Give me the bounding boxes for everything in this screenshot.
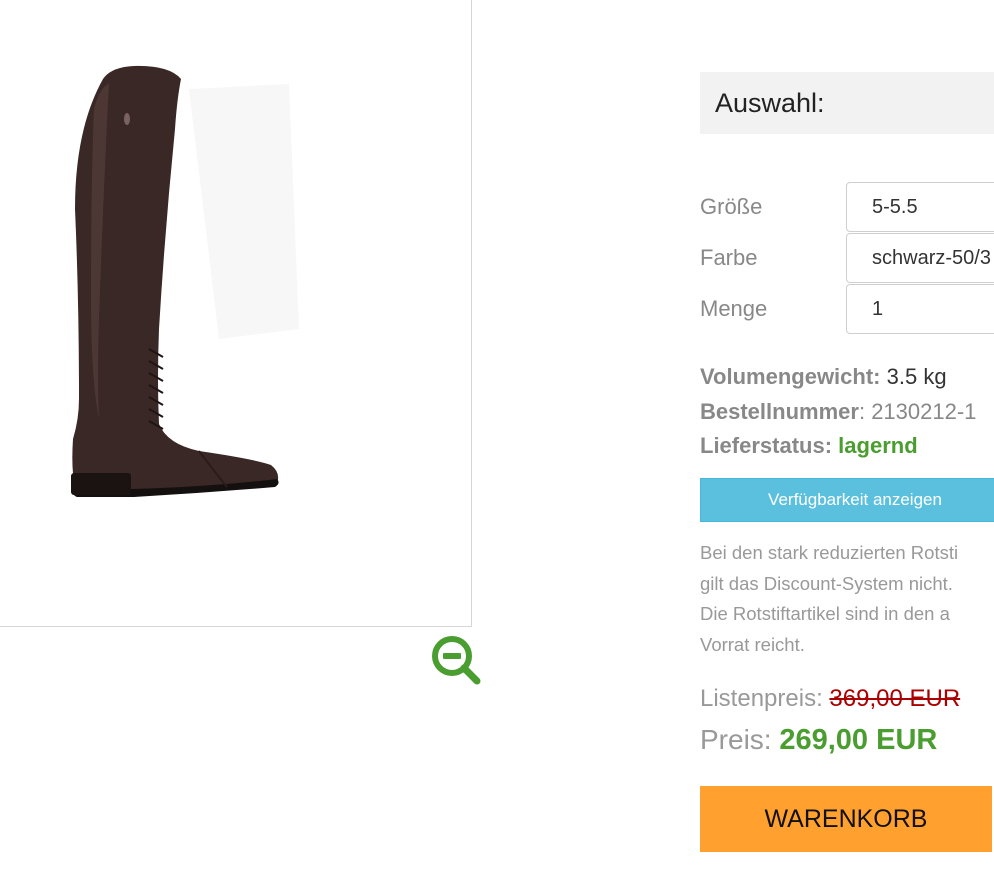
selection-title: Auswahl: [715, 87, 825, 118]
delivery-status-key: Lieferstatus: [700, 433, 833, 458]
quantity-input[interactable]: 1 [846, 284, 994, 334]
price-value: 269,00 EUR [779, 724, 938, 756]
note-line: gilt das Discount-System nicht. [700, 572, 953, 594]
note-line: Vorrat reicht. [700, 633, 805, 655]
delivery-status-row: Lieferstatus: lagernd [700, 433, 918, 459]
note-line: Bei den stark reduzierten Rotsti [700, 542, 959, 563]
order-number-value: 2130212-1 [871, 399, 977, 424]
boot-logo [124, 113, 130, 125]
riding-boot-image [71, 65, 299, 497]
note-line: Die Rotstiftartikel sind in den a [700, 603, 950, 624]
discount-note: Bei den stark reduzierten Rotsti gilt da… [700, 538, 994, 660]
list-price-value: 369,00 EUR [829, 685, 961, 712]
weight-key: Volumengewicht: [700, 364, 881, 389]
add-to-cart-button[interactable]: WARENKORB [700, 786, 992, 852]
color-select[interactable]: schwarz-50/3 [846, 233, 994, 283]
weight-row: Volumengewicht: 3.5 kg [700, 364, 947, 390]
weight-value: 3.5 kg [886, 364, 947, 389]
selection-header: Auswahl: [700, 72, 994, 134]
boot-heel [71, 473, 131, 495]
price-row: Preis: 269,00 EUR [700, 724, 937, 757]
zoom-out-icon [432, 636, 481, 685]
show-availability-button[interactable]: Verfügbarkeit anzeigen [700, 478, 994, 522]
list-price-row: Listenpreis: 369,00 EUR [700, 685, 960, 713]
size-label: Größe [700, 194, 763, 219]
quantity-label: Menge [700, 296, 768, 321]
product-image[interactable] [0, 0, 473, 628]
order-number-separator: : [858, 399, 872, 424]
size-select[interactable]: 5-5.5 [846, 182, 994, 232]
delivery-status-value: lagernd [838, 433, 918, 458]
list-price-label: Listenpreis: [700, 685, 830, 712]
product-image-frame[interactable] [0, 0, 472, 627]
order-number-row: Bestellnummer: 2130212-1 [700, 399, 976, 425]
zoom-out-button[interactable] [430, 635, 482, 685]
color-label: Farbe [700, 245, 758, 270]
image-ghost-background [189, 84, 299, 339]
order-number-key: Bestellnummer [700, 399, 859, 424]
price-label: Preis: [700, 724, 780, 755]
